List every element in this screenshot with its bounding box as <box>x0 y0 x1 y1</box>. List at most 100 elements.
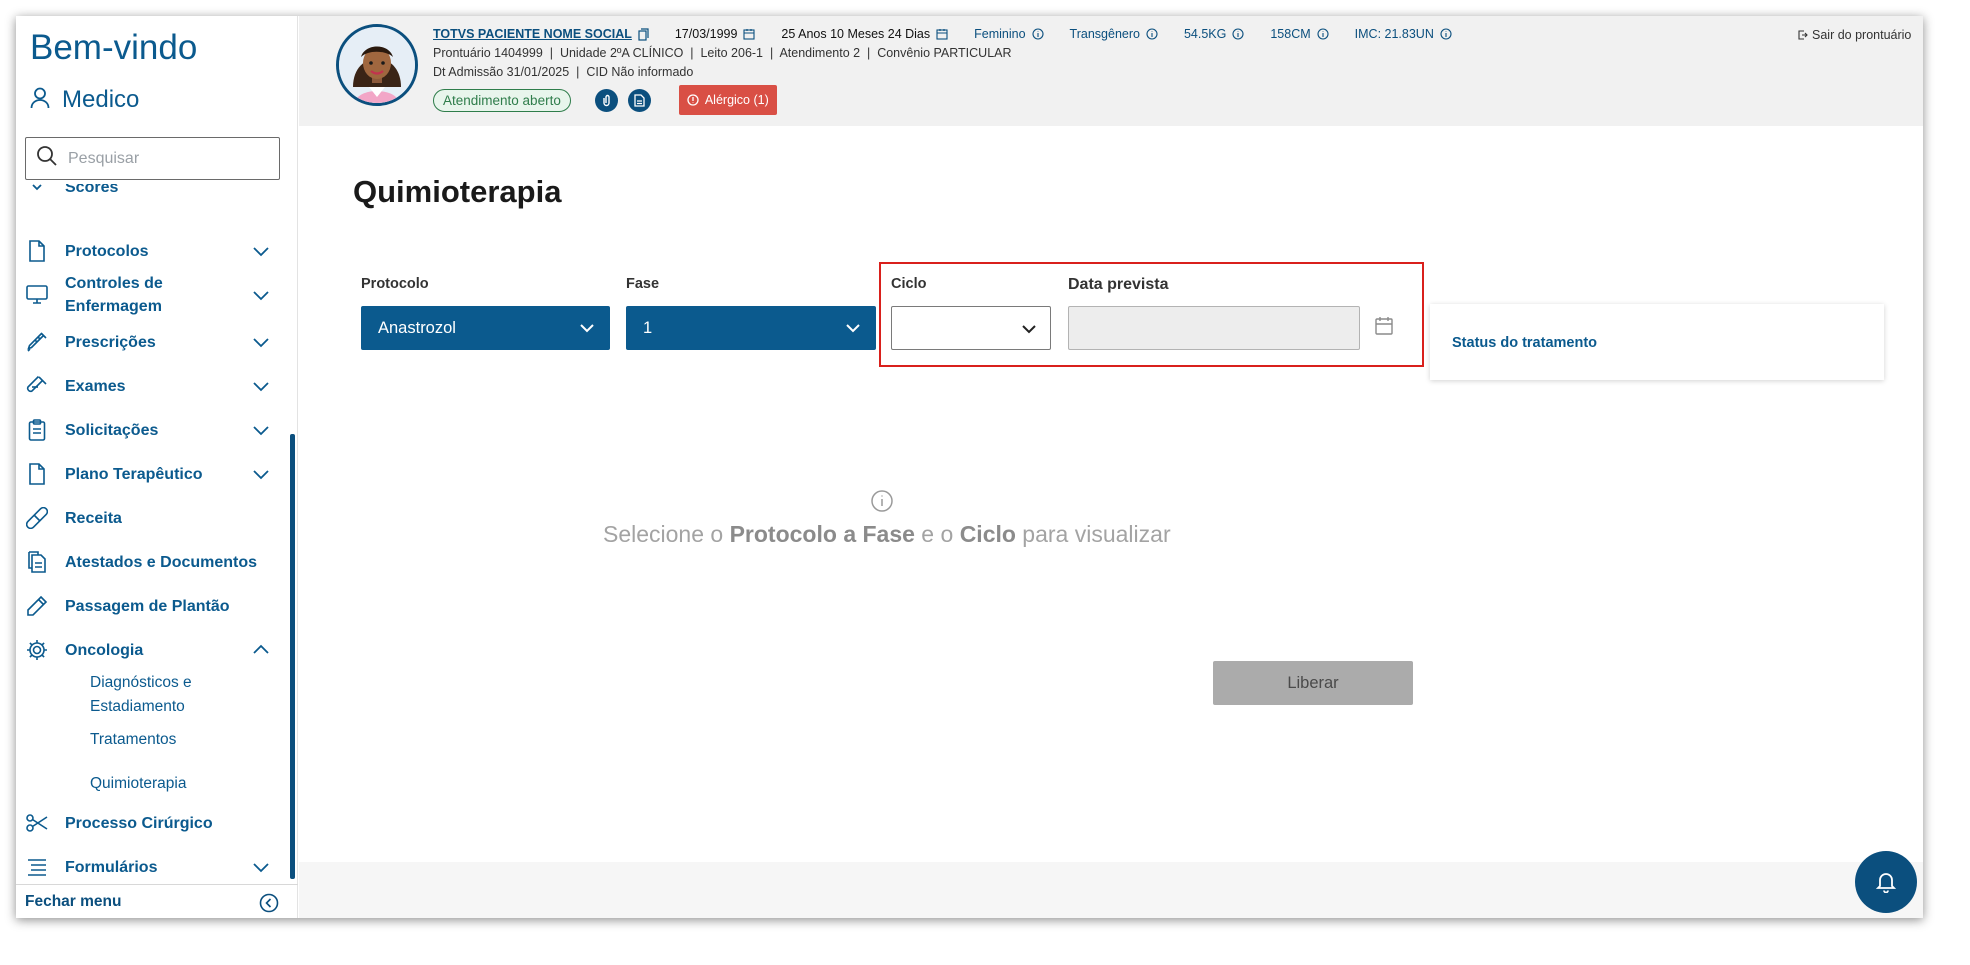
sidebar-item-label: Solicitações <box>65 421 159 439</box>
sidebar-item-label: Protocolos <box>65 242 149 260</box>
msg-part: para visualizar <box>1015 521 1171 547</box>
data-prevista-label: Data prevista <box>1068 276 1169 293</box>
info-icon[interactable] <box>1146 28 1158 40</box>
sidebar-item-label: Formulários <box>65 858 158 876</box>
sidebar-subitem-tratamentos[interactable]: Tratamentos <box>90 728 176 752</box>
user-row: Medico <box>30 86 139 114</box>
patient-actions: Atendimento aberto Alérgico (1) <box>433 85 777 115</box>
sidebar: Bem-vindo Medico Scores <box>16 16 298 918</box>
fase-value: 1 <box>643 318 653 337</box>
chevron-down-icon <box>846 324 860 333</box>
info-icon <box>871 490 893 512</box>
gear-icon <box>26 639 48 661</box>
patient-line-1: TOTVS PACIENTE NOME SOCIAL 17/03/1999 25… <box>433 27 1452 41</box>
close-menu-button[interactable]: Fechar menu <box>16 884 298 918</box>
syringe-icon <box>26 331 48 353</box>
bell-icon <box>1876 873 1896 893</box>
sidebar-item-controles[interactable]: Controles de Enfermagem <box>16 271 290 319</box>
info-icon[interactable] <box>1232 28 1244 40</box>
chevron-down-icon <box>26 184 48 198</box>
protocolo-label: Protocolo <box>361 276 429 292</box>
copy-icon[interactable] <box>638 27 649 41</box>
ciclo-label: Ciclo <box>891 276 927 292</box>
sidebar-item-label: Passagem de Plantão <box>65 597 230 615</box>
document-button[interactable] <box>627 88 651 112</box>
footer-band <box>299 862 1923 918</box>
sidebar-item-passagem[interactable]: Passagem de Plantão <box>16 591 290 621</box>
alert-icon <box>687 94 699 106</box>
close-menu-label: Fechar menu <box>25 892 122 910</box>
status-badge: Atendimento aberto <box>433 88 571 112</box>
search-icon <box>36 145 58 172</box>
monitor-icon <box>26 284 48 306</box>
scissors-icon <box>26 812 48 834</box>
search-input[interactable] <box>68 149 258 168</box>
sidebar-item-oncologia[interactable]: Oncologia <box>16 635 290 665</box>
allergy-badge[interactable]: Alérgico (1) <box>678 85 777 115</box>
chevron-down-icon <box>253 426 269 436</box>
sidebar-item-exames[interactable]: Exames <box>16 371 290 401</box>
sidebar-item-receita[interactable]: Receita <box>16 503 290 533</box>
treatment-status-card: Status do tratamento <box>1430 304 1884 380</box>
sidebar-item-label: Processo Cirúrgico <box>65 814 213 832</box>
data-prevista-input[interactable] <box>1068 306 1360 350</box>
chevron-up-icon <box>253 644 269 654</box>
sidebar-item-plano[interactable]: Plano Terapêutico <box>16 459 290 489</box>
sidebar-item-processo[interactable]: Processo Cirúrgico <box>16 808 290 838</box>
patient-sex: Feminino <box>974 27 1026 41</box>
sidebar-scrollbar[interactable] <box>290 434 295 879</box>
user-icon <box>30 87 50 114</box>
pill-icon <box>26 507 48 529</box>
msg-part: e o <box>914 521 960 547</box>
sidebar-item-label: Exames <box>65 377 126 395</box>
sidebar-item-atestados[interactable]: Atestados e Documentos <box>16 547 290 577</box>
sidebar-subitem-diagnosticos[interactable]: Diagnósticos e Estadiamento <box>90 671 192 719</box>
ciclo-select[interactable] <box>891 306 1051 350</box>
release-button[interactable]: Liberar <box>1213 661 1413 705</box>
calendar-icon[interactable] <box>1374 316 1394 336</box>
search-box[interactable] <box>25 137 280 180</box>
allergy-label: Alérgico (1) <box>704 93 769 107</box>
sidebar-item-scores[interactable]: Scores <box>16 184 290 202</box>
test-tube-icon <box>26 375 48 397</box>
calendar-icon <box>936 29 948 40</box>
leave-record-link[interactable]: Sair do prontuário <box>1798 28 1911 42</box>
user-name: Medico <box>62 86 140 113</box>
label-line: Estadiamento <box>90 698 185 715</box>
sidebar-subitem-quimioterapia[interactable]: Quimioterapia <box>90 772 187 796</box>
treatment-status-label: Status do tratamento <box>1452 335 1598 351</box>
protocolo-select[interactable]: Anastrozol <box>361 306 610 350</box>
sidebar-item-label: Plano Terapêutico <box>65 465 203 483</box>
leave-label: Sair do prontuário <box>1812 28 1912 42</box>
fase-select[interactable]: 1 <box>626 306 876 350</box>
sidebar-item-label: Receita <box>65 509 122 527</box>
patient-age: 25 Anos 10 Meses 24 Dias <box>781 27 931 41</box>
label-line: Diagnósticos e <box>90 674 192 691</box>
patient-gender: Transgênero <box>1069 27 1140 41</box>
calendar-icon <box>743 29 755 40</box>
sidebar-item-formularios[interactable]: Formulários <box>16 852 290 882</box>
paperclip-icon <box>603 94 610 106</box>
attachment-button[interactable] <box>594 88 618 112</box>
chevron-down-icon <box>253 338 269 348</box>
notifications-button[interactable] <box>1855 851 1917 913</box>
patient-header: TOTVS PACIENTE NOME SOCIAL 17/03/1999 25… <box>299 16 1923 126</box>
welcome-title: Bem-vindo <box>30 28 198 67</box>
info-icon[interactable] <box>1440 28 1452 40</box>
document-icon <box>634 93 645 107</box>
sidebar-item-protocolos[interactable]: Protocolos <box>16 236 290 266</box>
sidebar-item-prescricoes[interactable]: Prescrições <box>16 327 290 357</box>
sidebar-item-label: Controles de Enfermagem <box>65 272 163 318</box>
patient-height: 158CM <box>1270 27 1311 41</box>
info-icon[interactable] <box>1031 28 1044 40</box>
birth-date: 17/03/1999 <box>674 27 738 41</box>
sidebar-item-solicitacoes[interactable]: Solicitações <box>16 415 290 445</box>
empty-state-message: Selecione o Protocolo a Fase e o Ciclo p… <box>603 521 1171 548</box>
info-icon[interactable] <box>1317 28 1329 40</box>
label-line: Enfermagem <box>65 298 162 315</box>
patient-name-link[interactable]: TOTVS PACIENTE NOME SOCIAL <box>433 27 632 41</box>
patient-weight: 54.5KG <box>1183 27 1227 41</box>
chevron-down-icon <box>253 470 269 480</box>
patient-line-3: Dt Admissão 31/01/2025 | CID Não informa… <box>433 65 694 79</box>
clipboard-icon <box>26 419 48 441</box>
